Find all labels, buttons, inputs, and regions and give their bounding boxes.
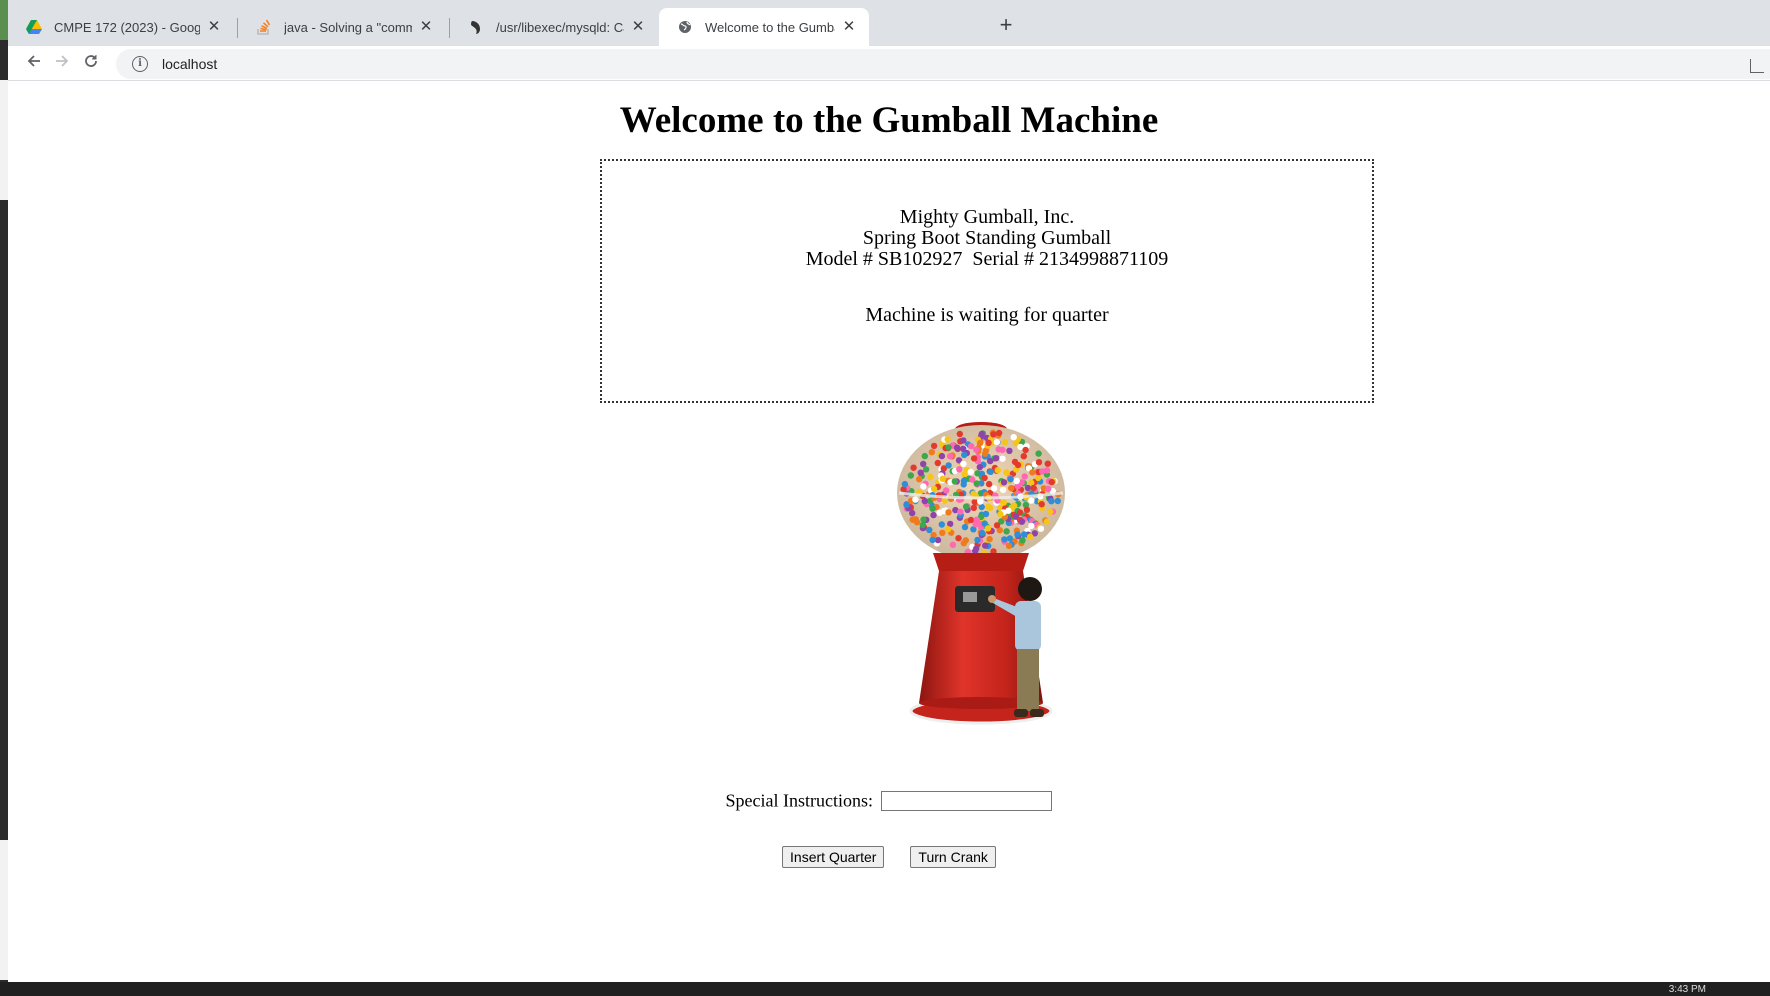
insert-quarter-button[interactable]: Insert Quarter xyxy=(782,846,885,868)
tab-title: java - Solving a "communications xyxy=(284,19,412,35)
share-icon[interactable] xyxy=(1750,59,1764,73)
special-instructions-label: Special Instructions: xyxy=(725,790,873,811)
tab-title: /usr/libexec/mysqld: Can't create xyxy=(496,19,624,35)
turn-crank-button[interactable]: Turn Crank xyxy=(910,846,996,868)
reload-icon[interactable] xyxy=(79,52,103,74)
tab-mysql[interactable]: /usr/libexec/mysqld: Can't create ✕ xyxy=(450,8,658,46)
page-content: Welcome to the Gumball Machine Mighty Gu… xyxy=(8,80,1770,980)
action-buttons: Insert Quarter Turn Crank xyxy=(8,846,1770,868)
tab-google-drive[interactable]: CMPE 172 (2023) - Google Drive ✕ xyxy=(8,8,234,46)
os-taskbar: 3:43 PM xyxy=(0,982,1770,996)
close-icon[interactable]: ✕ xyxy=(630,19,646,35)
tab-gumball[interactable]: Welcome to the Gumball Machine ✕ xyxy=(659,8,869,46)
machine-info-box: Mighty Gumball, Inc. Spring Boot Standin… xyxy=(600,159,1374,403)
address-url: localhost xyxy=(162,56,218,72)
close-icon[interactable]: ✕ xyxy=(418,19,434,35)
browser-chrome: CMPE 172 (2023) - Google Drive ✕ java - … xyxy=(8,0,1770,81)
tab-title: Welcome to the Gumball Machine xyxy=(705,19,835,35)
company-name: Mighty Gumball, Inc. xyxy=(899,206,1075,228)
globe-icon xyxy=(677,19,693,35)
close-icon[interactable]: ✕ xyxy=(206,19,222,35)
model-serial: Model # SB102927 Serial # 2134998871109 xyxy=(805,248,1169,270)
close-icon[interactable]: ✕ xyxy=(841,19,857,35)
tab-java-stackoverflow[interactable]: java - Solving a "communications ✕ xyxy=(238,8,446,46)
background-window-edge xyxy=(0,0,8,996)
special-instructions-row: Special Instructions: xyxy=(8,789,1770,811)
gumball-machine-image xyxy=(893,421,1068,736)
back-arrow-icon[interactable] xyxy=(22,52,46,74)
browser-toolbar: i localhost xyxy=(8,46,1770,81)
info-icon[interactable]: i xyxy=(132,56,148,72)
taskbar-clock: 3:43 PM xyxy=(1668,984,1706,995)
address-bar[interactable]: i localhost xyxy=(116,49,1770,79)
mysql-icon xyxy=(468,19,484,35)
tab-strip: CMPE 172 (2023) - Google Drive ✕ java - … xyxy=(8,0,1770,46)
new-tab-button[interactable]: + xyxy=(994,14,1018,38)
special-instructions-input[interactable] xyxy=(881,790,1053,811)
page-title: Welcome to the Gumball Machine xyxy=(619,100,1159,141)
stackoverflow-icon xyxy=(256,19,272,35)
machine-details: Mighty Gumball, Inc. Spring Boot Standin… xyxy=(602,207,1372,270)
product-name: Spring Boot Standing Gumball xyxy=(862,227,1112,249)
tab-title: CMPE 172 (2023) - Google Drive xyxy=(54,19,200,35)
forward-arrow-icon[interactable] xyxy=(50,52,74,74)
machine-state-message: Machine is waiting for quarter xyxy=(865,304,1109,326)
google-drive-icon xyxy=(26,19,42,35)
